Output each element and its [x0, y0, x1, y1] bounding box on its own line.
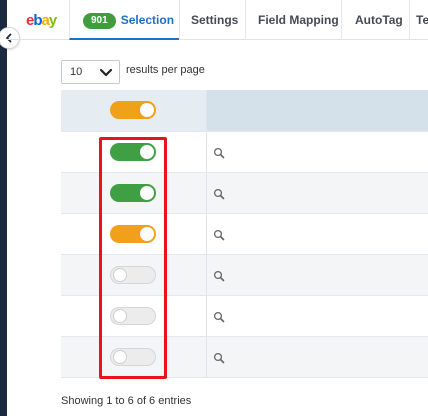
highlight-box	[99, 137, 167, 379]
page-length-select[interactable]: 10	[61, 60, 120, 84]
magnifier-icon[interactable]	[213, 270, 225, 282]
magnifier-icon[interactable]	[213, 188, 225, 200]
tab-field-mapping-label: Field Mapping	[258, 13, 339, 27]
selection-count-badge: 901	[83, 13, 116, 29]
toggle-knob	[140, 103, 154, 117]
magnifier-icon[interactable]	[213, 229, 225, 241]
tab-selection[interactable]: 901 Selection	[69, 0, 179, 40]
page-length-label: results per page	[126, 64, 205, 76]
tab-settings[interactable]: Settings	[179, 0, 245, 40]
sidebar-rail	[0, 0, 7, 416]
page-length-value: 10	[70, 66, 83, 78]
ebay-logo: ebay	[26, 12, 57, 29]
tab-truncated[interactable]: Te	[409, 0, 428, 40]
tab-bar: ebay 901 Selection Settings Field Mapping…	[7, 0, 428, 40]
magnifier-icon[interactable]	[213, 311, 225, 323]
chevron-down-icon	[99, 68, 113, 77]
tab-autotag[interactable]: AutoTag	[341, 0, 409, 40]
magnifier-icon[interactable]	[213, 352, 225, 364]
tab-field-mapping[interactable]: Field Mapping	[245, 0, 341, 40]
table-info: Showing 1 to 6 of 6 entries	[61, 395, 192, 407]
tab-settings-label: Settings	[191, 13, 239, 27]
select-all-toggle[interactable]	[110, 101, 156, 119]
table-header-row	[61, 90, 428, 132]
header-toggle-cell	[61, 90, 207, 131]
magnifier-icon[interactable]	[213, 147, 225, 159]
tab-selection-label: Selection	[120, 13, 175, 27]
tab-truncated-label: Te	[416, 13, 428, 27]
tab-autotag-label: AutoTag	[355, 13, 403, 27]
